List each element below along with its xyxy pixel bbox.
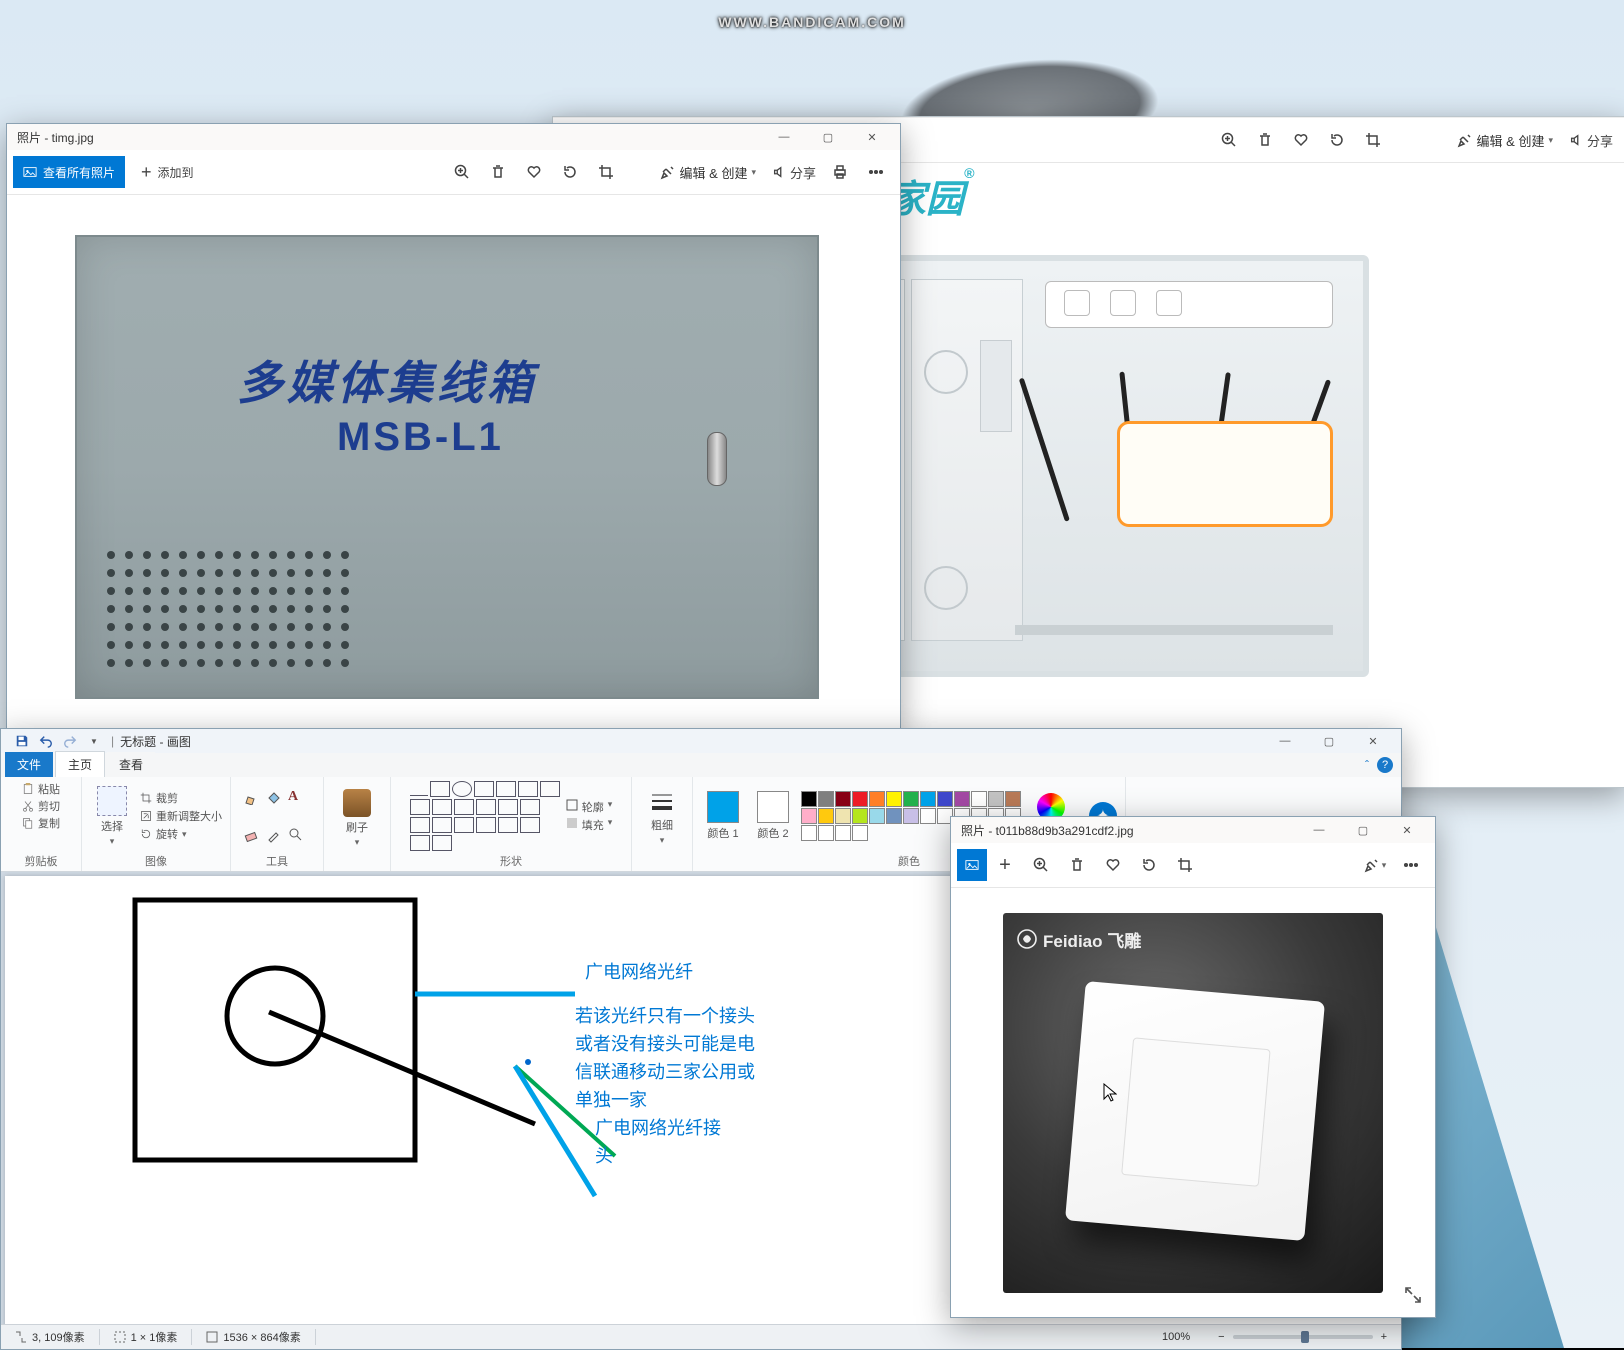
add-to-icon[interactable]: + xyxy=(987,847,1023,883)
eraser-tool[interactable] xyxy=(244,827,260,843)
socket-product-image: Feidiao 飞雕 xyxy=(1003,913,1383,1293)
window-photos-feidiao[interactable]: 照片 - t011b88d9b3a291cdf2.jpg ― ▢ ✕ + ▾ F… xyxy=(950,816,1436,1318)
zoom-in-icon[interactable]: + xyxy=(1381,1331,1387,1343)
photo-viewport: 多媒体集线箱 MSB-L1 xyxy=(7,195,900,728)
photo-viewport: Feidiao 飞雕 xyxy=(951,888,1435,1317)
group-image-label: 图像 xyxy=(145,853,167,869)
crop-button[interactable]: 裁剪 xyxy=(140,790,222,806)
cut-button[interactable]: 剪切 xyxy=(22,798,60,814)
ribbon-collapse-icon[interactable]: ˆ xyxy=(1365,758,1369,772)
tab-file[interactable]: 文件 xyxy=(5,752,53,777)
help-icon[interactable]: ? xyxy=(1377,757,1393,773)
delete-icon[interactable] xyxy=(1059,847,1095,883)
brushes-dropdown[interactable]: 刷子▾ xyxy=(335,787,379,850)
edit-create-icon[interactable]: ▾ xyxy=(1357,847,1393,883)
crop-icon[interactable] xyxy=(1355,122,1391,158)
see-all-photos-button[interactable] xyxy=(957,849,987,881)
add-to-button[interactable]: +添加到 xyxy=(131,154,204,190)
status-selection-size: 1 × 1像素 xyxy=(100,1329,193,1345)
fullscreen-icon[interactable] xyxy=(1403,1285,1423,1305)
delete-icon[interactable] xyxy=(1247,122,1283,158)
fill-tool[interactable] xyxy=(266,789,282,805)
undo-icon[interactable] xyxy=(35,730,57,752)
distribution-box-image: 多媒体集线箱 MSB-L1 xyxy=(75,235,819,699)
qat-dropdown[interactable]: ▼ xyxy=(83,730,105,752)
see-all-photos-button[interactable]: 查看所有照片 xyxy=(13,156,125,188)
maximize-button[interactable]: ▢ xyxy=(806,124,850,150)
redo-icon[interactable] xyxy=(59,730,81,752)
tab-home[interactable]: 主页 xyxy=(55,751,105,777)
zoom-in-icon[interactable] xyxy=(444,154,480,190)
group-clipboard-label: 剪贴板 xyxy=(25,853,58,869)
picker-tool[interactable] xyxy=(266,827,282,843)
window-title: 照片 - t011b88d9b3a291cdf2.jpg xyxy=(961,822,1297,839)
photos-toolbar: + ▾ xyxy=(951,843,1435,888)
close-button[interactable]: ✕ xyxy=(1351,728,1395,754)
group-shapes-label: 形状 xyxy=(500,853,522,869)
close-button[interactable]: ✕ xyxy=(1385,817,1429,843)
maximize-button[interactable]: ▢ xyxy=(1307,728,1351,754)
delete-icon[interactable] xyxy=(480,154,516,190)
crop-icon[interactable] xyxy=(588,154,624,190)
more-icon[interactable] xyxy=(1393,847,1429,883)
zoom-out-icon[interactable]: − xyxy=(1218,1331,1224,1343)
text-tool[interactable]: A xyxy=(288,789,298,805)
status-cursor-pos: 3, 109像素 xyxy=(1,1329,100,1345)
favorite-icon[interactable] xyxy=(1095,847,1131,883)
shape-outline[interactable]: 轮廓▾ xyxy=(566,799,613,815)
pencil-tool[interactable] xyxy=(244,789,260,805)
shapes-gallery[interactable] xyxy=(410,781,560,851)
save-icon[interactable] xyxy=(11,730,33,752)
tab-view[interactable]: 查看 xyxy=(107,752,155,777)
ribbon-tabs: 文件 主页 查看 ˆ ? xyxy=(1,753,1401,777)
more-icon[interactable] xyxy=(858,154,894,190)
edit-create-dropdown[interactable]: 编辑 & 创建▾ xyxy=(654,154,766,190)
maximize-button[interactable]: ▢ xyxy=(1341,817,1385,843)
window-title: 照片 - timg.jpg xyxy=(17,129,762,146)
favorite-icon[interactable] xyxy=(516,154,552,190)
annotation-2: 若该光纤只有一个接头 或者没有接头可能是电 信联通移动三家公用或 单独一家 广电… xyxy=(575,1002,755,1170)
photos-toolbar: 查看所有照片 +添加到 编辑 & 创建▾ 分享 xyxy=(7,150,900,195)
group-colors-label: 颜色 xyxy=(898,853,920,869)
close-button[interactable]: ✕ xyxy=(850,124,894,150)
minimize-button[interactable]: ― xyxy=(1263,728,1307,754)
status-canvas-size: 1536 × 864像素 xyxy=(192,1329,315,1345)
zoom-level: 100% xyxy=(1148,1331,1204,1343)
titlebar[interactable]: 照片 - t011b88d9b3a291cdf2.jpg ― ▢ ✕ xyxy=(951,817,1435,843)
feidiao-logo: Feidiao 飞雕 xyxy=(1017,927,1141,952)
rotate-icon[interactable] xyxy=(1319,122,1355,158)
minimize-button[interactable]: ― xyxy=(1297,817,1341,843)
shape-fill[interactable]: 填充▾ xyxy=(566,817,613,833)
resize-button[interactable]: 重新调整大小 xyxy=(140,808,222,824)
paste-button[interactable]: 粘贴 xyxy=(22,781,60,797)
share-button[interactable]: 分享 xyxy=(766,154,822,190)
crop-icon[interactable] xyxy=(1167,847,1203,883)
annotation-1: 广电网络光纤 xyxy=(585,958,693,986)
print-icon[interactable] xyxy=(822,154,858,190)
color2-swatch[interactable]: 颜色 2 xyxy=(751,789,795,843)
edit-create-dropdown[interactable]: 编辑 & 创建▾ xyxy=(1451,122,1563,158)
favorite-icon[interactable] xyxy=(1283,122,1319,158)
titlebar[interactable]: 照片 - timg.jpg ― ▢ ✕ xyxy=(7,124,900,150)
titlebar[interactable]: ▼ | 无标题 - 画图 ― ▢ ✕ xyxy=(1,729,1401,753)
copy-button[interactable]: 复制 xyxy=(22,815,60,831)
window-photos-timg[interactable]: 照片 - timg.jpg ― ▢ ✕ 查看所有照片 +添加到 编辑 & 创建▾… xyxy=(6,123,901,729)
color1-swatch[interactable]: 颜色 1 xyxy=(701,789,745,843)
statusbar: 3, 109像素 1 × 1像素 1536 × 864像素 100% − + xyxy=(1,1324,1401,1349)
select-tool[interactable]: 选择▾ xyxy=(90,784,134,849)
window-title: 无标题 - 画图 xyxy=(120,733,1263,750)
zoom-in-icon[interactable] xyxy=(1211,122,1247,158)
group-tools-label: 工具 xyxy=(266,853,288,869)
size-dropdown[interactable]: 粗细▾ xyxy=(640,789,684,848)
zoom-in-icon[interactable] xyxy=(1023,847,1059,883)
bandicam-watermark: WWW.BANDICAM.COM xyxy=(718,10,906,33)
zoom-slider[interactable]: − + xyxy=(1204,1331,1401,1343)
rotate-button[interactable]: 旋转▾ xyxy=(140,826,222,842)
rotate-icon[interactable] xyxy=(1131,847,1167,883)
magnifier-tool[interactable] xyxy=(288,827,304,843)
minimize-button[interactable]: ― xyxy=(762,124,806,150)
rotate-icon[interactable] xyxy=(552,154,588,190)
share-button[interactable]: 分享 xyxy=(1563,122,1619,158)
